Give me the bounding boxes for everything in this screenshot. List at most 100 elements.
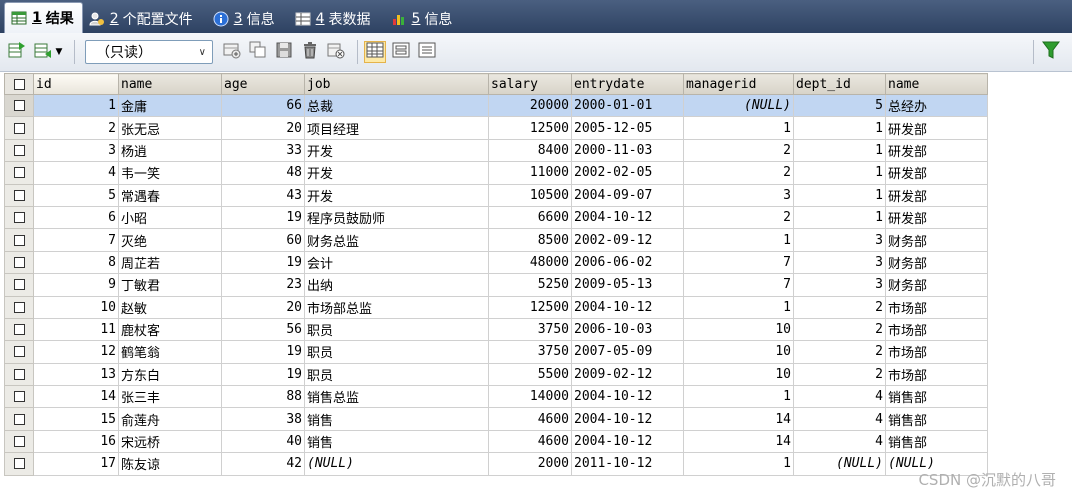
cell-salary[interactable]: 8400 bbox=[488, 138, 572, 163]
cell-job[interactable]: 销售 bbox=[304, 407, 489, 431]
cell-entrydate[interactable]: 2004-10-12 bbox=[571, 407, 684, 431]
table-row[interactable]: 6 小昭 19 程序员鼓励师 6600 2004-10-12 2 1 研发部 bbox=[4, 205, 988, 230]
cell-salary[interactable]: 5500 bbox=[488, 362, 572, 387]
cell-id[interactable]: 3 bbox=[33, 138, 119, 163]
row-checkbox[interactable] bbox=[4, 250, 34, 275]
cell-salary[interactable]: 12500 bbox=[488, 116, 572, 140]
save-button[interactable] bbox=[273, 41, 295, 63]
cell-name[interactable]: 鹿杖客 bbox=[118, 317, 222, 342]
table-row[interactable]: 9 丁敏君 23 出纳 5250 2009-05-13 7 3 财务部 bbox=[4, 273, 988, 297]
cell-salary[interactable]: 2000 bbox=[488, 452, 572, 476]
cell-entrydate[interactable]: 2000-01-01 bbox=[571, 93, 684, 118]
cell-managerid[interactable]: 7 bbox=[683, 250, 794, 275]
cell-age[interactable]: 19 bbox=[221, 362, 305, 387]
table-row[interactable]: 4 韦一笑 48 开发 11000 2002-02-05 2 1 研发部 bbox=[4, 161, 988, 185]
cell-entrydate[interactable]: 2005-12-05 bbox=[571, 116, 684, 140]
cell-managerid[interactable]: 2 bbox=[683, 138, 794, 163]
cell-dept-name[interactable]: 市场部 bbox=[885, 317, 988, 342]
text-view-button[interactable] bbox=[416, 41, 438, 63]
table-row[interactable]: 10 赵敏 20 市场部总监 12500 2004-10-12 1 2 市场部 bbox=[4, 295, 988, 319]
filter-button[interactable] bbox=[1040, 41, 1062, 63]
cell-entrydate[interactable]: 2009-05-13 bbox=[571, 273, 684, 297]
cell-salary[interactable]: 4600 bbox=[488, 407, 572, 431]
row-checkbox[interactable] bbox=[4, 228, 34, 252]
cell-job[interactable]: 程序员鼓励师 bbox=[304, 205, 489, 230]
cell-dept-name[interactable]: 研发部 bbox=[885, 161, 988, 185]
row-checkbox[interactable] bbox=[4, 295, 34, 319]
cell-age[interactable]: 23 bbox=[221, 273, 305, 297]
cell-job[interactable]: 职员 bbox=[304, 317, 489, 342]
cell-name[interactable]: 小昭 bbox=[118, 205, 222, 230]
cell-entrydate[interactable]: 2004-10-12 bbox=[571, 295, 684, 319]
cell-age[interactable]: 20 bbox=[221, 295, 305, 319]
cell-name[interactable]: 俞莲舟 bbox=[118, 407, 222, 431]
row-checkbox[interactable] bbox=[4, 429, 34, 454]
cell-age[interactable]: 19 bbox=[221, 205, 305, 230]
cell-age[interactable]: 56 bbox=[221, 317, 305, 342]
cell-id[interactable]: 6 bbox=[33, 205, 119, 230]
cell-id[interactable]: 8 bbox=[33, 250, 119, 275]
cell-age[interactable]: 19 bbox=[221, 250, 305, 275]
column-header-job[interactable]: job bbox=[304, 73, 489, 95]
cell-id[interactable]: 15 bbox=[33, 407, 119, 431]
cell-dept-id[interactable]: 1 bbox=[793, 205, 886, 230]
column-header-entrydate[interactable]: entrydate bbox=[571, 73, 684, 95]
delete-button[interactable] bbox=[299, 41, 321, 63]
cell-name[interactable]: 鹤笔翁 bbox=[118, 340, 222, 364]
cell-managerid[interactable]: 14 bbox=[683, 407, 794, 431]
row-checkbox[interactable] bbox=[4, 138, 34, 163]
read-only-mode-select[interactable]: （只读） ∨ bbox=[85, 40, 213, 64]
column-header-dept-id[interactable]: dept_id bbox=[793, 73, 886, 95]
table-row[interactable]: 17 陈友谅 42 (NULL) 2000 2011-10-12 1 (NULL) (NULL) bbox=[4, 452, 988, 476]
cell-job[interactable]: 财务总监 bbox=[304, 228, 489, 252]
import-dropdown-button[interactable]: ▼ bbox=[54, 41, 64, 63]
cell-entrydate[interactable]: 2004-10-12 bbox=[571, 429, 684, 454]
cell-age[interactable]: 88 bbox=[221, 385, 305, 409]
cell-entrydate[interactable]: 2004-09-07 bbox=[571, 183, 684, 207]
cell-dept-id[interactable]: 3 bbox=[793, 228, 886, 252]
cell-dept-id[interactable]: 2 bbox=[793, 362, 886, 387]
import-button[interactable] bbox=[32, 41, 54, 63]
cell-name[interactable]: 方东白 bbox=[118, 362, 222, 387]
table-row[interactable]: 8 周芷若 19 会计 48000 2006-06-02 7 3 财务部 bbox=[4, 250, 988, 275]
cell-id[interactable]: 9 bbox=[33, 273, 119, 297]
cell-id[interactable]: 13 bbox=[33, 362, 119, 387]
select-all-checkbox[interactable] bbox=[4, 73, 34, 95]
row-checkbox[interactable] bbox=[4, 362, 34, 387]
cell-dept-id[interactable]: 3 bbox=[793, 273, 886, 297]
cell-age[interactable]: 42 bbox=[221, 452, 305, 476]
cell-name[interactable]: 丁敏君 bbox=[118, 273, 222, 297]
cell-managerid[interactable]: 10 bbox=[683, 362, 794, 387]
cell-managerid[interactable]: 14 bbox=[683, 429, 794, 454]
cell-job[interactable]: 开发 bbox=[304, 138, 489, 163]
cell-salary[interactable]: 3750 bbox=[488, 317, 572, 342]
table-row[interactable]: 3 杨逍 33 开发 8400 2000-11-03 2 1 研发部 bbox=[4, 138, 988, 163]
cell-id[interactable]: 10 bbox=[33, 295, 119, 319]
cell-dept-name[interactable]: 总经办 bbox=[885, 93, 988, 118]
cell-managerid[interactable]: 2 bbox=[683, 161, 794, 185]
cell-name[interactable]: 金庸 bbox=[118, 93, 222, 118]
refresh-button[interactable] bbox=[325, 41, 347, 63]
cell-dept-name[interactable]: 研发部 bbox=[885, 205, 988, 230]
cell-salary[interactable]: 14000 bbox=[488, 385, 572, 409]
cell-dept-id[interactable]: 1 bbox=[793, 116, 886, 140]
cell-id[interactable]: 14 bbox=[33, 385, 119, 409]
row-checkbox[interactable] bbox=[4, 93, 34, 118]
cell-age[interactable]: 38 bbox=[221, 407, 305, 431]
cell-id[interactable]: 17 bbox=[33, 452, 119, 476]
cell-job[interactable]: 会计 bbox=[304, 250, 489, 275]
cell-salary[interactable]: 20000 bbox=[488, 93, 572, 118]
cell-id[interactable]: 4 bbox=[33, 161, 119, 185]
cell-salary[interactable]: 4600 bbox=[488, 429, 572, 454]
cell-entrydate[interactable]: 2011-10-12 bbox=[571, 452, 684, 476]
cell-name[interactable]: 灭绝 bbox=[118, 228, 222, 252]
cell-name[interactable]: 赵敏 bbox=[118, 295, 222, 319]
cell-name[interactable]: 宋远桥 bbox=[118, 429, 222, 454]
cell-dept-id[interactable]: 1 bbox=[793, 161, 886, 185]
cell-managerid[interactable]: 1 bbox=[683, 228, 794, 252]
cell-id[interactable]: 7 bbox=[33, 228, 119, 252]
cell-dept-name[interactable]: 销售部 bbox=[885, 385, 988, 409]
export-button[interactable] bbox=[6, 41, 28, 63]
cell-dept-id[interactable]: 4 bbox=[793, 407, 886, 431]
cell-id[interactable]: 5 bbox=[33, 183, 119, 207]
